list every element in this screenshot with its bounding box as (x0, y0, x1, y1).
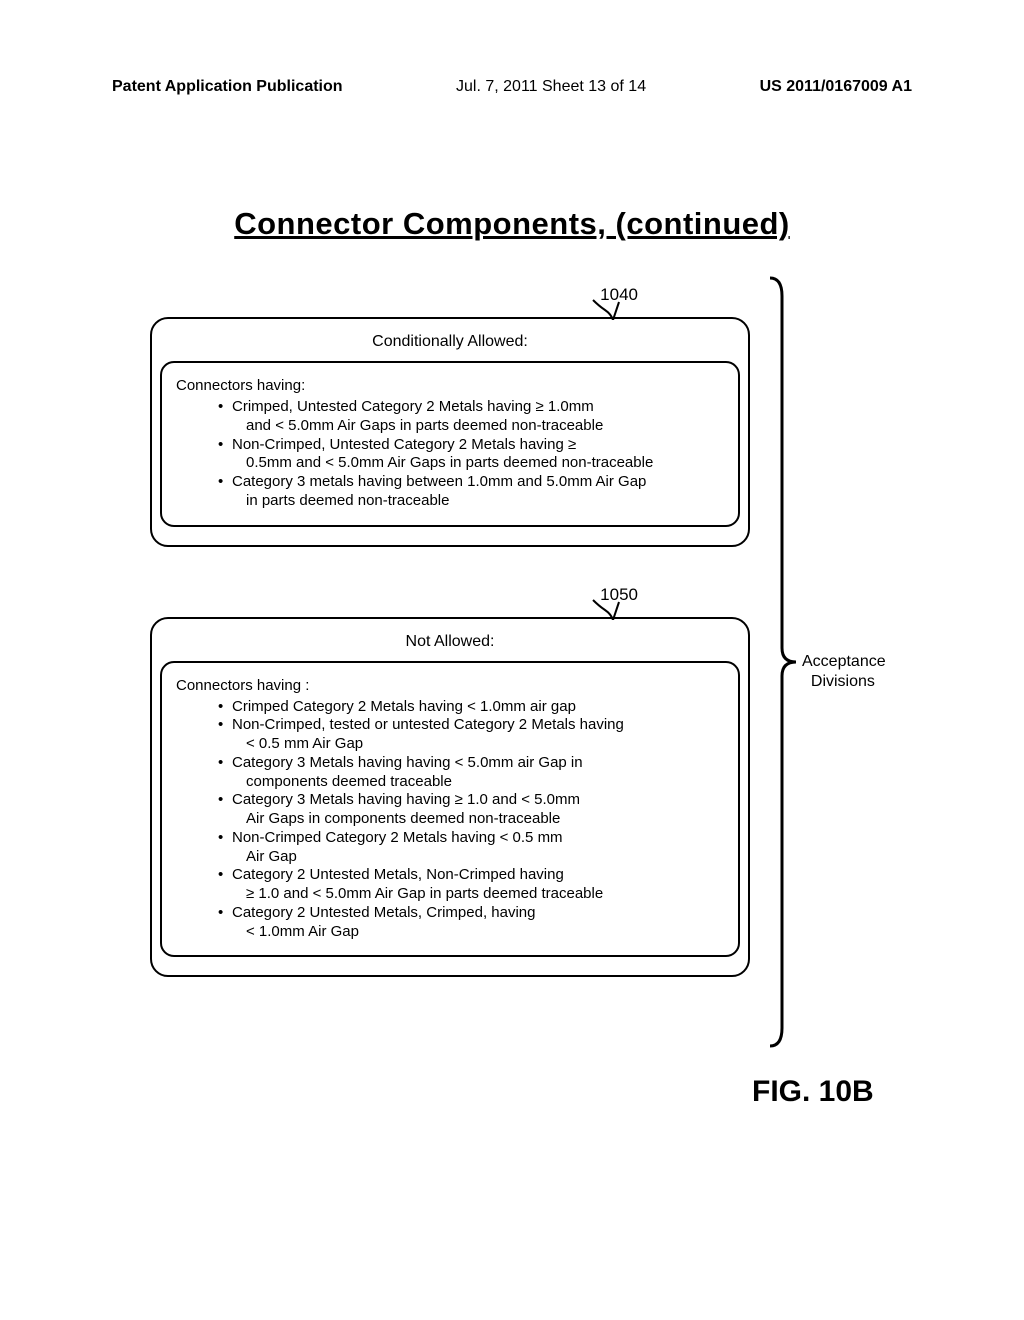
bullet-text: Crimped Category 2 Metals having < 1.0mm… (232, 698, 576, 715)
bullet-cont: < 1.0mm Air Gap (232, 923, 359, 940)
acceptance-divisions-label: Acceptance Divisions (802, 652, 886, 692)
page-title: Connector Components, (continued) (234, 206, 790, 242)
list-item: Crimped Category 2 Metals having < 1.0mm… (218, 698, 724, 717)
page-header: Patent Application Publication Jul. 7, 2… (0, 0, 1024, 96)
list-item: Category 2 Untested Metals, Non-Crimped … (218, 866, 724, 904)
box-1040-inner: Connectors having: Crimped, Untested Cat… (160, 361, 740, 527)
bullet-cont: < 0.5 mm Air Gap (232, 735, 363, 752)
box-1040-lead: Connectors having: (176, 377, 724, 394)
box-conditionally-allowed: 1040 Conditionally Allowed: Connectors h… (150, 317, 750, 547)
figure-label: FIG. 10B (752, 1075, 874, 1109)
bullet-text: Non-Crimped, tested or untested Category… (232, 716, 624, 733)
list-item: Category 3 Metals having having < 5.0mm … (218, 754, 724, 792)
box-1050-lead: Connectors having : (176, 677, 724, 694)
header-right: US 2011/0167009 A1 (760, 78, 912, 96)
list-item: Non-Crimped, tested or untested Category… (218, 716, 724, 754)
bullet-cont: Air Gap (232, 848, 297, 865)
acceptance-line2: Divisions (811, 673, 875, 690)
list-item: Crimped, Untested Category 2 Metals havi… (218, 398, 724, 436)
bullet-text: Crimped, Untested Category 2 Metals havi… (232, 398, 594, 415)
header-center: Jul. 7, 2011 Sheet 13 of 14 (456, 78, 646, 96)
title-area: Connector Components, (continued) (0, 206, 1024, 242)
bracket-icon (766, 272, 800, 1052)
bullet-text: Category 2 Untested Metals, Non-Crimped … (232, 866, 564, 883)
bullet-text: Category 3 Metals having having < 5.0mm … (232, 754, 583, 771)
list-item: Non-Crimped Category 2 Metals having < 0… (218, 829, 724, 867)
list-item: Non-Crimped, Untested Category 2 Metals … (218, 436, 724, 474)
bullet-cont: Air Gaps in components deemed non-tracea… (232, 810, 560, 827)
box-1050-list: Crimped Category 2 Metals having < 1.0mm… (176, 698, 724, 942)
bullet-text: Category 3 Metals having having ≥ 1.0 an… (232, 791, 580, 808)
bullet-text: Non-Crimped, Untested Category 2 Metals … (232, 436, 576, 453)
bullet-cont: 0.5mm and < 5.0mm Air Gaps in parts deem… (232, 454, 653, 471)
bullet-cont: and < 5.0mm Air Gaps in parts deemed non… (232, 417, 603, 434)
list-item: Category 3 Metals having having ≥ 1.0 an… (218, 791, 724, 829)
acceptance-line1: Acceptance (802, 653, 886, 670)
bullet-text: Category 3 metals having between 1.0mm a… (232, 473, 646, 490)
bullet-text: Category 2 Untested Metals, Crimped, hav… (232, 904, 535, 921)
list-item: Category 2 Untested Metals, Crimped, hav… (218, 904, 724, 942)
box-1040-heading: Conditionally Allowed: (160, 327, 740, 361)
figure-area: 1040 Conditionally Allowed: Connectors h… (150, 272, 750, 977)
header-left: Patent Application Publication (112, 78, 343, 96)
box-1050-inner: Connectors having : Crimped Category 2 M… (160, 661, 740, 958)
leader-1050-icon (589, 598, 623, 625)
bullet-cont: in parts deemed non-traceable (232, 492, 449, 509)
leader-1040-icon (589, 298, 623, 325)
list-item: Category 3 metals having between 1.0mm a… (218, 473, 724, 511)
box-1040-list: Crimped, Untested Category 2 Metals havi… (176, 398, 724, 511)
box-not-allowed: 1050 Not Allowed: Connectors having : Cr… (150, 617, 750, 978)
bullet-text: Non-Crimped Category 2 Metals having < 0… (232, 829, 563, 846)
bullet-cont: components deemed traceable (232, 773, 452, 790)
box-1050-heading: Not Allowed: (160, 627, 740, 661)
bullet-cont: ≥ 1.0 and < 5.0mm Air Gap in parts deeme… (232, 885, 603, 902)
